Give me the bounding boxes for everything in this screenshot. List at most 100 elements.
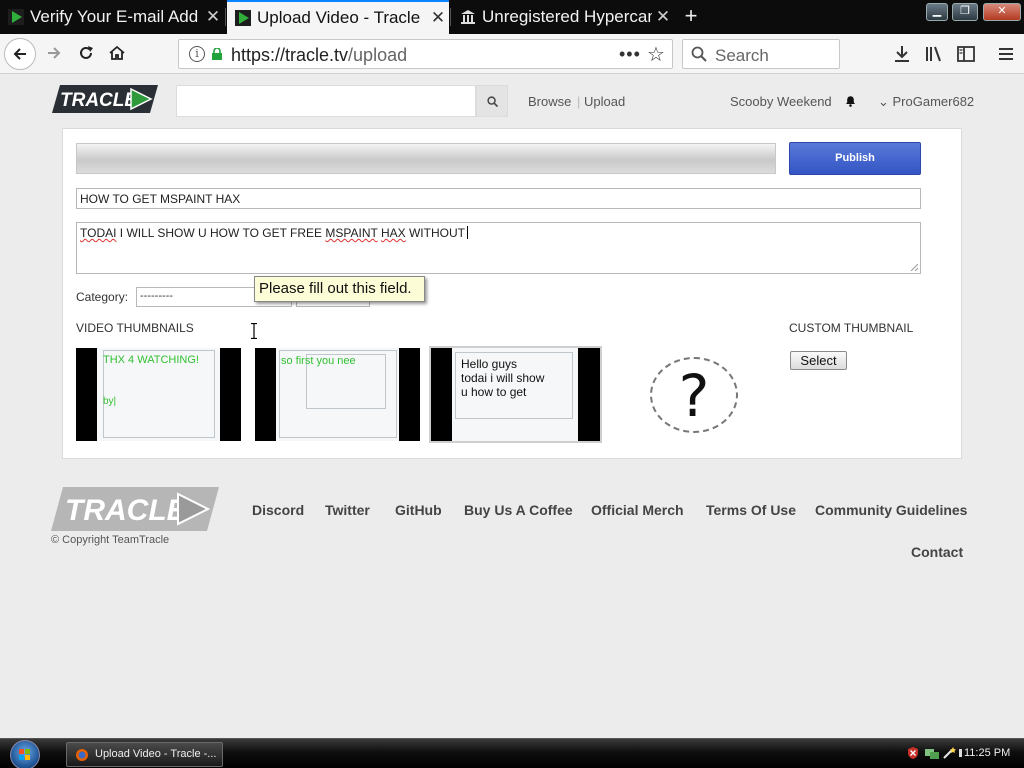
address-bar[interactable]: i https://tracle.tv/upload ••• ☆ bbox=[178, 39, 673, 69]
text-cursor-icon bbox=[251, 323, 257, 339]
category-label: Category: bbox=[76, 290, 129, 304]
thumbnail-caption: by| bbox=[103, 396, 117, 407]
footer-link-github[interactable]: GitHub bbox=[395, 502, 442, 518]
nav-browse-link[interactable]: Browse bbox=[528, 94, 571, 109]
upload-panel: Publish HOW TO GET MSPAINT HAX TODAI I W… bbox=[62, 128, 962, 459]
start-button[interactable] bbox=[10, 740, 40, 768]
tab-close-icon[interactable]: ✕ bbox=[427, 8, 449, 28]
site-search-button[interactable] bbox=[476, 85, 508, 117]
text-caret bbox=[466, 226, 468, 239]
tab-title: Upload Video - Tracle bbox=[257, 8, 421, 27]
tab-title: Verify Your E-mail Add bbox=[30, 7, 199, 26]
forward-button[interactable] bbox=[38, 38, 70, 70]
action-center-icon[interactable] bbox=[942, 746, 958, 760]
channel-link[interactable]: Scooby Weekend bbox=[730, 94, 832, 109]
search-icon bbox=[691, 46, 707, 62]
tab-title: Unregistered Hypercam bbox=[482, 7, 652, 26]
misspelled-word: HAX bbox=[380, 226, 406, 240]
close-window-button[interactable]: ✕ bbox=[983, 3, 1021, 21]
thumbnail-caption: THX 4 WATCHING! bbox=[103, 354, 199, 366]
windows-taskbar: Upload Video - Tracle -... 11:25 PM bbox=[0, 738, 1024, 768]
bookmark-star-icon[interactable]: ☆ bbox=[647, 42, 665, 67]
tab-hypercam[interactable]: Unregistered Hypercam ✕ bbox=[452, 0, 674, 34]
tab-upload-video[interactable]: Upload Video - Tracle ✕ bbox=[227, 0, 449, 34]
thumbnail-frame: so first you nee bbox=[276, 348, 399, 441]
footer-link-merch[interactable]: Official Merch bbox=[591, 502, 684, 518]
network-icon[interactable] bbox=[924, 746, 940, 760]
footer-link-contact[interactable]: Contact bbox=[911, 544, 963, 560]
url-domain: https://tracle.tv bbox=[231, 45, 349, 65]
upload-progress-bar bbox=[76, 143, 776, 174]
restore-button[interactable]: ❐ bbox=[952, 3, 978, 21]
reload-button[interactable] bbox=[70, 38, 102, 70]
thumbnail-frame: Hello guys todai i will show u how to ge… bbox=[452, 348, 578, 441]
nav-upload-link[interactable]: Upload bbox=[584, 94, 625, 109]
back-arrow-icon bbox=[13, 48, 26, 60]
search-icon bbox=[487, 96, 498, 107]
thumbnail-caption: so first you nee bbox=[281, 355, 356, 367]
video-description-textarea[interactable]: TODAI I WILL SHOW U HOW TO GET FREE MSPA… bbox=[76, 222, 921, 274]
tracle-favicon-icon bbox=[8, 9, 24, 25]
footer-link-discord[interactable]: Discord bbox=[252, 502, 304, 518]
url-path: /upload bbox=[348, 45, 408, 65]
resize-grip-icon[interactable] bbox=[910, 263, 918, 271]
nav-separator: | bbox=[577, 94, 581, 109]
lock-icon bbox=[212, 48, 222, 60]
video-thumbnail-2[interactable]: so first you nee bbox=[255, 348, 420, 441]
tracle-favicon-icon bbox=[235, 10, 251, 26]
info-icon[interactable]: i bbox=[189, 46, 205, 62]
footer-tracle-logo: TRACLE bbox=[51, 487, 219, 531]
custom-thumbnail-placeholder: ? bbox=[650, 357, 738, 433]
url-text: https://tracle.tv/upload bbox=[231, 45, 407, 66]
sidebar-icon[interactable] bbox=[956, 44, 976, 64]
new-tab-button[interactable]: + bbox=[680, 4, 702, 28]
hamburger-menu-icon[interactable] bbox=[996, 44, 1016, 64]
site-search-input[interactable] bbox=[176, 85, 476, 117]
browser-tab-bar: Verify Your E-mail Add ✕ Upload Video - … bbox=[0, 0, 1024, 34]
video-thumbnail-1[interactable]: THX 4 WATCHING! by| bbox=[76, 348, 241, 441]
tab-separator bbox=[225, 8, 226, 26]
back-button[interactable] bbox=[4, 38, 36, 70]
select-thumbnail-button[interactable]: Select bbox=[790, 351, 847, 370]
thumbnail-frame: THX 4 WATCHING! by| bbox=[97, 348, 220, 441]
taskbar-clock[interactable]: 11:25 PM bbox=[964, 747, 1010, 759]
logo-text: TRACLE bbox=[60, 90, 138, 111]
validation-tooltip: Please fill out this field. bbox=[254, 276, 425, 302]
taskbar-item-firefox[interactable]: Upload Video - Tracle -... bbox=[66, 742, 223, 767]
firefox-icon bbox=[76, 749, 88, 761]
description-tail: WITHOUT bbox=[405, 226, 465, 240]
description-text: I WILL SHOW U HOW TO GET FREE bbox=[116, 226, 326, 240]
copyright-text: © Copyright TeamTracle bbox=[51, 534, 170, 546]
tab-close-icon[interactable]: ✕ bbox=[652, 7, 674, 27]
video-thumbnails-heading: VIDEO THUMBNAILS bbox=[76, 321, 194, 335]
library-icon[interactable] bbox=[924, 44, 944, 64]
misspelled-word: TODAI bbox=[80, 226, 117, 240]
bell-icon[interactable] bbox=[844, 94, 857, 107]
footer-link-guidelines[interactable]: Community Guidelines bbox=[815, 502, 967, 518]
footer-link-buy-coffee[interactable]: Buy Us A Coffee bbox=[464, 502, 573, 518]
page-actions-icon[interactable]: ••• bbox=[619, 44, 641, 65]
footer-link-twitter[interactable]: Twitter bbox=[325, 502, 370, 518]
download-icon[interactable] bbox=[892, 44, 912, 64]
custom-thumbnail-heading: CUSTOM THUMBNAIL bbox=[789, 321, 914, 335]
security-shield-icon[interactable] bbox=[906, 746, 920, 760]
video-thumbnail-3-selected[interactable]: Hello guys todai i will show u how to ge… bbox=[429, 346, 602, 443]
tab-close-icon[interactable]: ✕ bbox=[202, 7, 224, 27]
page-content: TRACLE Browse | Upload Scooby Weekend ⌄ … bbox=[0, 75, 1024, 738]
tab-verify-email[interactable]: Verify Your E-mail Add ✕ bbox=[0, 0, 224, 34]
tracle-logo[interactable]: TRACLE bbox=[52, 85, 158, 113]
publish-button[interactable]: Publish bbox=[789, 142, 921, 175]
home-button[interactable] bbox=[101, 38, 133, 70]
bank-building-icon bbox=[461, 10, 475, 24]
tab-separator bbox=[450, 8, 451, 26]
footer-link-terms[interactable]: Terms Of Use bbox=[706, 502, 796, 518]
video-title-input[interactable]: HOW TO GET MSPAINT HAX bbox=[76, 188, 921, 209]
search-placeholder: Search bbox=[715, 46, 769, 65]
forward-arrow-icon bbox=[48, 47, 61, 59]
browser-toolbar: i https://tracle.tv/upload ••• ☆ Search bbox=[0, 34, 1024, 74]
user-menu[interactable]: ⌄ ProGamer682 bbox=[878, 94, 974, 110]
browser-search-box[interactable]: Search bbox=[682, 39, 840, 69]
taskbar-item-label: Upload Video - Tracle -... bbox=[95, 748, 217, 760]
minimize-button[interactable]: ▁ bbox=[926, 3, 948, 21]
logo-text: TRACLE bbox=[65, 494, 188, 527]
